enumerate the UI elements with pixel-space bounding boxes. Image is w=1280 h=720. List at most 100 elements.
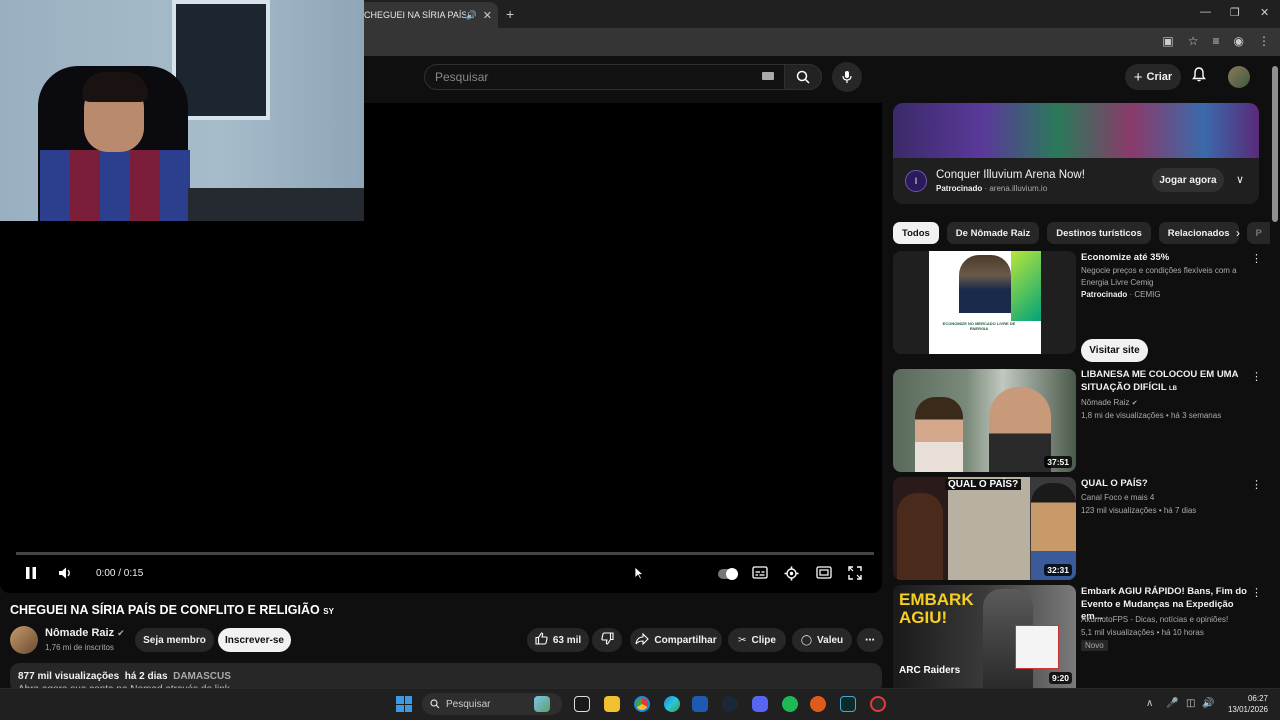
super-thanks-icon: ◯ bbox=[800, 634, 813, 646]
microphone-icon bbox=[842, 71, 852, 83]
share-arrow-icon bbox=[635, 632, 650, 648]
kebab-menu-icon[interactable]: ⋮ bbox=[1251, 478, 1262, 491]
location-tag[interactable]: DAMASCUS bbox=[173, 671, 231, 682]
rec-thumbnail[interactable]: 37:51 bbox=[893, 369, 1076, 472]
thanks-label: Valeu bbox=[817, 634, 844, 646]
rec-title[interactable]: LIBANESA ME COLOCOU EM UMA SITUAÇÃO DIFÍ… bbox=[1081, 369, 1251, 395]
minimize-icon[interactable]: — bbox=[1200, 6, 1211, 18]
join-button[interactable]: Seja membro bbox=[135, 628, 214, 652]
subscriber-count: 1,76 mi de inscritos bbox=[45, 643, 114, 652]
restore-icon[interactable]: ❐ bbox=[1230, 6, 1240, 19]
visit-site-button[interactable]: Visitar site bbox=[1081, 339, 1148, 362]
reading-list-icon[interactable]: ≡ bbox=[1213, 34, 1220, 48]
chip-from-channel[interactable]: De Nômade Raiz bbox=[946, 222, 1040, 244]
close-window-icon[interactable]: ✕ bbox=[1260, 6, 1269, 19]
upload-age: há 2 dias bbox=[124, 671, 168, 682]
share-button[interactable]: Compartilhar bbox=[630, 628, 722, 652]
kebab-menu-icon[interactable]: ⋮ bbox=[1251, 252, 1262, 265]
system-clock[interactable]: 06:27 13/01/2026 bbox=[1222, 693, 1268, 715]
widgets-icon[interactable] bbox=[534, 696, 550, 712]
file-explorer-icon[interactable] bbox=[604, 696, 620, 712]
extensions-icon[interactable]: ◉ bbox=[1234, 34, 1244, 48]
user-avatar[interactable] bbox=[1228, 66, 1250, 88]
subscribe-button[interactable]: Inscrever-se bbox=[218, 628, 291, 652]
search-icon bbox=[796, 70, 810, 84]
subtitles-icon[interactable] bbox=[752, 566, 768, 582]
scissors-icon: ✂ bbox=[738, 634, 747, 646]
record-icon[interactable] bbox=[870, 696, 886, 712]
autoplay-toggle[interactable] bbox=[718, 568, 738, 580]
keyboard-icon[interactable] bbox=[762, 72, 774, 80]
edge-icon[interactable] bbox=[664, 696, 680, 712]
pause-icon[interactable] bbox=[24, 566, 38, 583]
volume-icon[interactable] bbox=[58, 566, 74, 583]
chevron-right-icon[interactable]: › bbox=[1236, 226, 1240, 240]
theater-mode-icon[interactable] bbox=[816, 566, 832, 582]
video-title-text: CHEGUEI NA SÍRIA PAÍS DE CONFLITO E RELI… bbox=[10, 603, 320, 617]
install-app-icon[interactable]: ▣ bbox=[1162, 34, 1173, 48]
rec-title[interactable]: Economize até 35% bbox=[1081, 252, 1251, 265]
video-progress-bar[interactable] bbox=[16, 552, 874, 555]
chevron-up-icon[interactable]: ∧ bbox=[1146, 698, 1153, 709]
ad-domain: arena.illuvium.io bbox=[989, 184, 1048, 193]
chip-all[interactable]: Todos bbox=[893, 222, 939, 244]
kebab-menu-icon[interactable]: ⋮ bbox=[1251, 370, 1262, 383]
rec-title[interactable]: QUAL O PAÍS? bbox=[1081, 478, 1251, 491]
clip-button[interactable]: ✂ Clipe bbox=[728, 628, 786, 652]
close-tab-icon[interactable]: ✕ bbox=[483, 9, 492, 22]
rec-channel[interactable]: Canal Foco e mais 4 bbox=[1081, 491, 1154, 504]
terminal-icon[interactable] bbox=[840, 696, 856, 712]
rec-channel[interactable]: AkumotoFPS - Dicas, notícias e opiniões! bbox=[1081, 613, 1228, 626]
webcam-hair-illustration bbox=[82, 72, 148, 102]
channel-avatar[interactable] bbox=[10, 626, 38, 654]
video-title: CHEGUEI NA SÍRIA PAÍS DE CONFLITO E RELI… bbox=[10, 603, 334, 617]
task-view-icon[interactable] bbox=[574, 696, 590, 712]
rec-thumbnail-ad[interactable]: ECONOMIZE NO MERCADO LIVRE DE ENERGIA bbox=[893, 251, 1076, 354]
kebab-menu-icon[interactable]: ⋮ bbox=[1251, 586, 1262, 599]
microphone-tray-icon[interactable]: 🎤 bbox=[1166, 698, 1178, 709]
channel-name[interactable]: Nômade Raiz ✔ bbox=[45, 627, 125, 639]
search-button[interactable] bbox=[784, 64, 822, 90]
dislike-button[interactable] bbox=[592, 628, 622, 652]
create-button[interactable]: + Criar bbox=[1125, 64, 1181, 90]
bookmark-star-icon[interactable]: ☆ bbox=[1188, 34, 1199, 48]
video-duration: 37:51 bbox=[1044, 456, 1072, 468]
steam-icon[interactable] bbox=[722, 696, 738, 712]
speaker-icon[interactable]: 🔊 bbox=[466, 10, 477, 21]
sponsored-banner-image[interactable] bbox=[893, 103, 1259, 158]
discord-icon[interactable] bbox=[752, 696, 768, 712]
new-tab-button[interactable]: + bbox=[506, 6, 514, 22]
browser-menu-icon[interactable]: ⋮ bbox=[1258, 34, 1270, 48]
chip-related[interactable]: Relacionados bbox=[1158, 222, 1239, 244]
chrome-icon[interactable] bbox=[634, 696, 650, 712]
outlook-icon[interactable] bbox=[692, 696, 708, 712]
network-icon[interactable]: ◫ bbox=[1186, 698, 1195, 709]
settings-gear-icon[interactable] bbox=[784, 566, 799, 584]
like-button[interactable]: 63 mil bbox=[527, 628, 589, 652]
volume-tray-icon[interactable]: 🔊 bbox=[1202, 698, 1214, 709]
rec-title-tag: LB bbox=[1168, 385, 1177, 392]
notifications-bell-icon[interactable] bbox=[1192, 67, 1206, 85]
chevron-down-icon[interactable]: ∨ bbox=[1236, 173, 1244, 186]
ad-title[interactable]: Conquer Illuvium Arena Now! bbox=[936, 169, 1085, 181]
play-now-button[interactable]: Jogar agora bbox=[1152, 168, 1224, 192]
plus-icon: + bbox=[1133, 68, 1143, 86]
rec-thumbnail[interactable]: QUAL O PAÍS? 32:31 bbox=[893, 477, 1076, 580]
more-actions-button[interactable]: ⋯ bbox=[857, 628, 883, 652]
spotify-icon[interactable] bbox=[782, 696, 798, 712]
webcam-overlay bbox=[0, 0, 364, 221]
fullscreen-icon[interactable] bbox=[848, 566, 862, 583]
ad-sponsored-label: Patrocinado bbox=[936, 184, 983, 193]
browser-tab[interactable]: CHEGUEI NA SÍRIA PAÍS DE 🔊 ✕ bbox=[358, 2, 498, 28]
windows-start-icon[interactable] bbox=[396, 696, 412, 712]
search-placeholder: Pesquisar bbox=[435, 70, 489, 84]
scrollbar-thumb[interactable] bbox=[1272, 66, 1278, 222]
chip-travel-destinations[interactable]: Destinos turísticos bbox=[1047, 222, 1151, 244]
app-orange-icon[interactable] bbox=[810, 696, 826, 712]
advertiser-logo[interactable]: I bbox=[905, 170, 927, 192]
voice-search-button[interactable] bbox=[832, 62, 862, 92]
rec-channel[interactable]: Nômade Raiz ✔ bbox=[1081, 396, 1138, 410]
search-input[interactable]: Pesquisar bbox=[424, 64, 787, 90]
rec-thumbnail[interactable]: EMBARK AGIU! ARC Raiders 9:20 bbox=[893, 585, 1076, 688]
thanks-button[interactable]: ◯ Valeu bbox=[792, 628, 852, 652]
